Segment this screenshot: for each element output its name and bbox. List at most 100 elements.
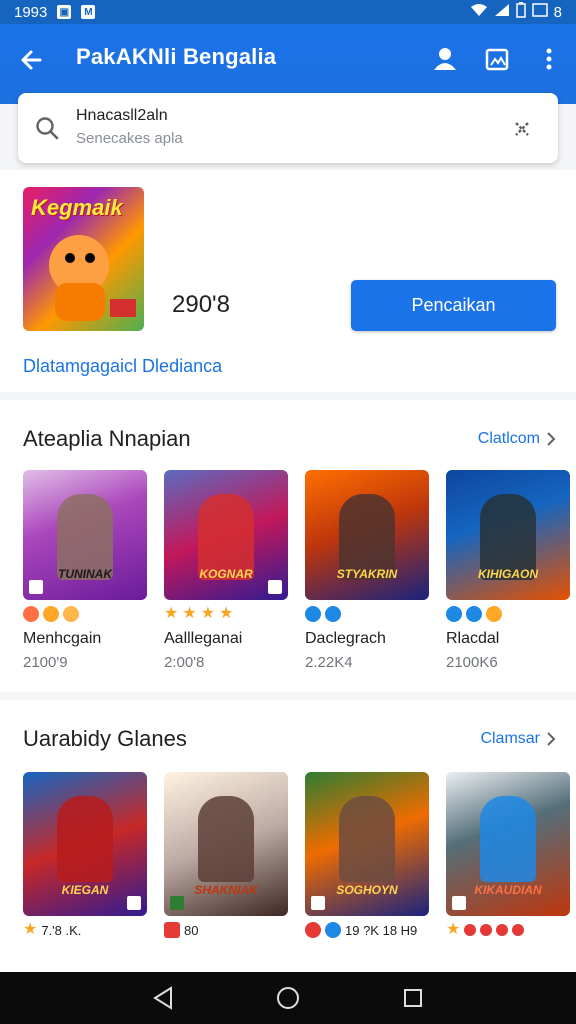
game-count: 2:00'8 bbox=[164, 654, 205, 671]
search-icon bbox=[34, 115, 60, 141]
nav-home-icon[interactable] bbox=[274, 984, 302, 1012]
badge-text: 19 ?K 18 H9 bbox=[345, 922, 418, 938]
more-vert-icon[interactable] bbox=[532, 42, 566, 76]
game-card[interactable]: KOGNAR ★ ★ ★ ★ Aallleganai 2:00'8 bbox=[164, 470, 288, 671]
featured-item: Kegmaik 290'8 Pencaikan Dlatamgagaicl Dl… bbox=[0, 170, 576, 392]
badge-red-icon bbox=[512, 924, 525, 936]
badge-red-icon bbox=[464, 924, 477, 936]
chevron-right-icon bbox=[547, 432, 556, 446]
featured-link[interactable]: Dlatamgagaicl Dledianca bbox=[23, 356, 222, 377]
card-badges bbox=[23, 606, 147, 622]
game-card[interactable]: TUNINAK Menhcgain 2100'9 bbox=[23, 470, 147, 671]
thumbnail-banner: SOGHOYN bbox=[336, 883, 398, 897]
thumbnail-banner: TUNINAK bbox=[58, 567, 112, 581]
app-bar: PakAKNli Bengalia bbox=[0, 24, 576, 104]
badge-blue-icon bbox=[305, 606, 321, 622]
section-more-link[interactable]: Clamsar bbox=[480, 730, 556, 748]
status-time: 1993 bbox=[14, 3, 48, 21]
badge-blue-icon bbox=[466, 606, 482, 622]
badge-orange-icon bbox=[486, 606, 502, 622]
featured-action-button[interactable]: Pencaikan bbox=[351, 280, 556, 331]
clear-icon[interactable] bbox=[512, 119, 532, 139]
badge-blue-icon bbox=[325, 922, 341, 938]
status-extra-icon bbox=[531, 3, 548, 21]
thumbnail-banner: KIEGAN bbox=[61, 883, 109, 897]
badge-orange-icon bbox=[63, 606, 79, 622]
game-thumbnail[interactable]: KIHIGAON bbox=[446, 470, 570, 600]
notification-icon: ▣ bbox=[57, 5, 72, 19]
system-nav-bar bbox=[0, 972, 576, 1024]
cover-bear-body bbox=[55, 283, 105, 321]
featured-cover-image[interactable]: Kegmaik bbox=[23, 187, 144, 331]
card-badges: ★ 7.'8 .K. bbox=[23, 922, 147, 938]
badge-orange-icon bbox=[43, 606, 59, 622]
thumbnail-banner: KOGNAR bbox=[199, 567, 253, 581]
game-card[interactable]: KIHIGAON Rlacdal 2100K6 bbox=[446, 470, 570, 671]
wifi-icon bbox=[470, 3, 488, 21]
game-name: Daclegrach bbox=[305, 630, 386, 647]
app-notification-icon: M bbox=[81, 5, 96, 19]
search-box[interactable]: Hnacasll2aln Senecakes apla bbox=[18, 93, 558, 163]
thumbnail-banner: KIKAUDIAN bbox=[474, 883, 542, 897]
card-badges bbox=[305, 606, 429, 622]
back-arrow-icon[interactable] bbox=[16, 44, 48, 76]
game-thumbnail[interactable]: SOGHOYN bbox=[305, 772, 429, 916]
gallery-icon[interactable] bbox=[480, 42, 514, 76]
featured-count: 290'8 bbox=[172, 291, 230, 318]
thumbnail-banner: SHAKNIAK bbox=[194, 883, 258, 897]
badge-blue-icon bbox=[325, 606, 341, 622]
star-icon: ★ bbox=[219, 605, 234, 622]
badge-text: 80 bbox=[184, 922, 199, 938]
game-count: 2100K6 bbox=[446, 654, 498, 671]
card-badges: 80 bbox=[164, 922, 288, 938]
badge-red-icon bbox=[305, 922, 321, 938]
cover-badge bbox=[110, 299, 136, 317]
game-thumbnail[interactable]: KIKAUDIAN bbox=[446, 772, 570, 916]
star-icon: ★ bbox=[200, 605, 216, 622]
game-name: Aallleganai bbox=[164, 630, 243, 647]
card-badges: ★ ★ ★ ★ bbox=[164, 606, 288, 622]
thumbnail-banner: STYAKRIN bbox=[336, 567, 398, 581]
game-thumbnail[interactable]: KOGNAR bbox=[164, 470, 288, 600]
game-thumbnail[interactable]: SHAKNIAK bbox=[164, 772, 288, 916]
game-count: 2100'9 bbox=[23, 654, 68, 671]
game-count: 2.22K4 bbox=[305, 654, 353, 671]
badge-red-icon bbox=[23, 606, 39, 622]
section-games: Uarabidy Glanes Clamsar KIEGAN ★ 7.'8 .K… bbox=[0, 700, 576, 975]
thumbnail-banner: KIHIGAON bbox=[478, 567, 538, 581]
account-icon[interactable] bbox=[428, 42, 462, 76]
game-thumbnail[interactable]: TUNINAK bbox=[23, 470, 147, 600]
status-right-text: 8 bbox=[553, 3, 562, 21]
game-thumbnail[interactable]: STYAKRIN bbox=[305, 470, 429, 600]
section-more-link[interactable]: Clatlcom bbox=[478, 430, 556, 448]
nav-recents-icon[interactable] bbox=[399, 984, 427, 1012]
cover-title: Kegmaik bbox=[31, 195, 123, 220]
game-card[interactable]: KIKAUDIAN ★ bbox=[446, 772, 570, 938]
star-icon: ★ bbox=[23, 921, 38, 938]
search-input[interactable]: Hnacasll2aln bbox=[76, 107, 168, 125]
page-title: PakAKNli Bengalia bbox=[76, 44, 277, 69]
game-thumbnail[interactable]: KIEGAN bbox=[23, 772, 147, 916]
star-icon: ★ bbox=[164, 605, 179, 622]
card-badges bbox=[446, 606, 570, 622]
section-title: Uarabidy Glanes bbox=[23, 726, 187, 751]
nav-back-icon[interactable] bbox=[149, 984, 177, 1012]
signal-icon bbox=[494, 3, 510, 21]
game-card[interactable]: SOGHOYN 19 ?K 18 H9 bbox=[305, 772, 429, 938]
chevron-right-icon bbox=[547, 732, 556, 746]
card-badges: 19 ?K 18 H9 bbox=[305, 922, 429, 938]
section-title: Ateaplia Nnapian bbox=[23, 426, 191, 451]
section-more-label: Clamsar bbox=[480, 730, 540, 747]
badge-red-icon bbox=[164, 922, 180, 938]
search-subtext: Senecakes apla bbox=[76, 130, 183, 147]
star-icon: ★ bbox=[446, 921, 461, 938]
badge-text: 7.'8 .K. bbox=[41, 922, 82, 938]
star-icon: ★ bbox=[182, 605, 197, 622]
battery-icon bbox=[515, 2, 526, 22]
game-card[interactable]: KIEGAN ★ 7.'8 .K. bbox=[23, 772, 147, 938]
section-popular: Ateaplia Nnapian Clatlcom TUNINAK Menhcg… bbox=[0, 400, 576, 692]
badge-red-icon bbox=[480, 924, 493, 936]
game-card[interactable]: SHAKNIAK 80 bbox=[164, 772, 288, 938]
game-card[interactable]: STYAKRIN Daclegrach 2.22K4 bbox=[305, 470, 429, 671]
status-bar: 1993 ▣ M 8 bbox=[0, 0, 576, 24]
